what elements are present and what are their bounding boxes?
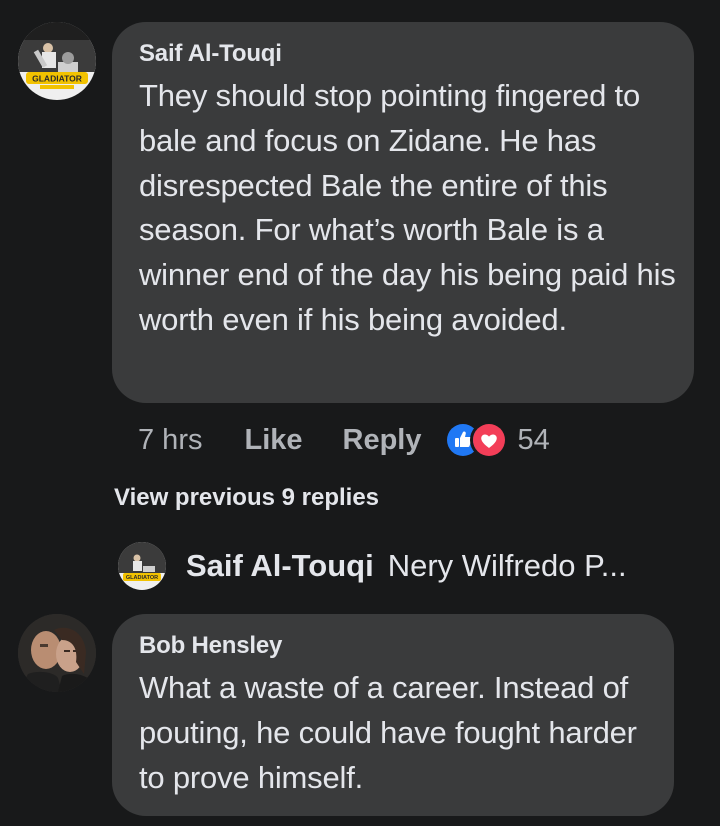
comment-actions: 7 hrs Like Reply 54 xyxy=(138,418,560,462)
avatar[interactable]: GLADIATOR xyxy=(118,542,166,590)
comment-bubble: Saif Al-Touqi They should stop pointing … xyxy=(112,22,694,403)
avatar[interactable]: GLADIATOR xyxy=(18,22,96,100)
reply-snippet: Nery Wilfredo P... xyxy=(387,548,627,583)
gladiator-avatar-image: GLADIATOR xyxy=(118,542,166,590)
comment-text: They should stop pointing fingered to ba… xyxy=(139,78,676,337)
gladiator-avatar-image: GLADIATOR xyxy=(18,22,96,100)
comment-timestamp[interactable]: 7 hrs xyxy=(138,424,202,457)
reactions-summary[interactable]: 54 xyxy=(443,421,550,459)
like-button[interactable]: Like xyxy=(244,424,302,457)
comment-thread: GLADIATOR Saif Al-Touqi They should stop… xyxy=(0,0,720,826)
couple-photo-avatar-image xyxy=(18,614,96,692)
comment-author[interactable]: Bob Hensley xyxy=(139,631,652,661)
comment-author[interactable]: Saif Al-Touqi xyxy=(139,39,672,69)
reaction-count: 54 xyxy=(517,423,550,456)
comment-text: What a waste of a career. Instead of pou… xyxy=(139,670,637,795)
latest-reply-preview[interactable]: GLADIATOR Saif Al-Touqi Nery Wilfredo P.… xyxy=(118,540,698,592)
avatar[interactable] xyxy=(18,614,96,692)
comment-bubble: Bob Hensley What a waste of a career. In… xyxy=(112,614,674,816)
gladiator-avatar-caption: GLADIATOR xyxy=(32,74,82,84)
gladiator-avatar-caption: GLADIATOR xyxy=(126,575,158,581)
reply-button[interactable]: Reply xyxy=(343,424,422,457)
view-previous-replies-link[interactable]: View previous 9 replies xyxy=(114,484,379,512)
love-icon xyxy=(469,421,508,459)
reply-author[interactable]: Saif Al-Touqi xyxy=(186,548,374,584)
